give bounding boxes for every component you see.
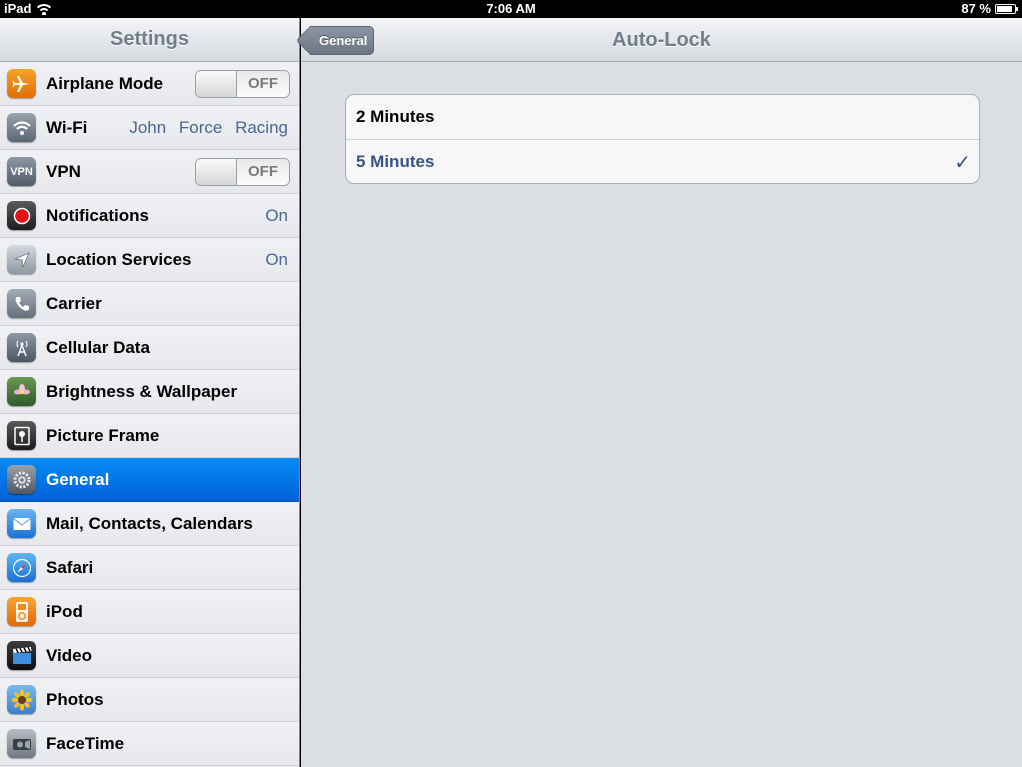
detail-header: General Auto-Lock <box>301 18 1022 62</box>
sidebar-item-label: FaceTime <box>46 733 125 753</box>
battery-percentage: 87 % <box>961 1 991 16</box>
gear-icon <box>7 465 36 494</box>
sidebar-item-picture-frame[interactable]: Picture Frame <box>0 414 299 458</box>
battery-icon <box>995 3 1018 14</box>
back-button-wrapper: General <box>310 26 374 55</box>
sidebar-title: Settings <box>110 28 189 50</box>
option-5-minutes[interactable]: 5 Minutes ✓ <box>346 139 979 183</box>
camera-icon <box>7 729 36 758</box>
ipod-icon <box>7 597 36 626</box>
vpn-icon: VPN <box>7 157 36 186</box>
antenna-icon <box>7 333 36 362</box>
vpn-toggle[interactable]: OFF <box>195 157 290 186</box>
sidebar-item-label: Photos <box>46 689 104 709</box>
sidebar-item-label: Brightness & Wallpaper <box>46 381 238 401</box>
sidebar-item-label: iPod <box>46 601 83 621</box>
sidebar-item-carrier[interactable]: Carrier <box>0 282 299 326</box>
sidebar-item-photos[interactable]: Photos <box>0 678 299 722</box>
sidebar-item-vpn[interactable]: VPN VPN OFF <box>0 150 299 194</box>
detail-pane: General Auto-Lock 2 Minutes 5 Minutes ✓ <box>301 18 1022 767</box>
sidebar-item-label: Video <box>46 645 92 665</box>
flower-icon <box>7 377 36 406</box>
sidebar-item-ipod[interactable]: iPod <box>0 590 299 634</box>
toggle-state: OFF <box>237 70 289 97</box>
compass-icon <box>7 553 36 582</box>
sidebar-item-brightness-wallpaper[interactable]: Brightness & Wallpaper <box>0 370 299 414</box>
toggle-state: OFF <box>237 158 289 185</box>
sidebar-item-label: Safari <box>46 557 94 577</box>
option-label: 2 Minutes <box>356 107 435 126</box>
notifications-icon <box>7 201 36 230</box>
sidebar-item-notifications[interactable]: Notifications On <box>0 194 299 238</box>
sidebar-item-location-services[interactable]: Location Services On <box>0 238 299 282</box>
sidebar-item-label: Wi-Fi <box>46 117 88 137</box>
location-services-value: On <box>265 249 288 269</box>
sidebar-item-mail-contacts-calendars[interactable]: Mail, Contacts, Calendars <box>0 502 299 546</box>
status-right: 87 % <box>961 1 1018 16</box>
clapperboard-icon <box>7 641 36 670</box>
status-time: 7:06 AM <box>486 1 536 16</box>
airplane-mode-toggle[interactable]: OFF <box>195 69 290 98</box>
sidebar-item-airplane-mode[interactable]: Airplane Mode OFF <box>0 62 299 106</box>
sidebar-item-label: Cellular Data <box>46 337 150 357</box>
option-2-minutes[interactable]: 2 Minutes <box>346 95 979 139</box>
checkmark-icon: ✓ <box>954 152 971 174</box>
sidebar-item-label: General <box>46 469 110 489</box>
sidebar-header: Settings <box>0 18 299 62</box>
sidebar-item-general[interactable]: General <box>0 458 299 502</box>
notifications-value: On <box>265 205 288 225</box>
mail-icon <box>7 509 36 538</box>
sidebar-item-safari[interactable]: Safari <box>0 546 299 590</box>
auto-lock-options: 2 Minutes 5 Minutes ✓ <box>345 94 980 184</box>
sidebar-item-facetime[interactable]: FaceTime <box>0 722 299 766</box>
sidebar-item-label: Location Services <box>46 249 192 269</box>
back-button-general[interactable]: General <box>310 26 374 55</box>
airplane-icon <box>7 69 36 98</box>
wifi-network-value: John Force Racing <box>129 117 288 137</box>
phone-icon <box>7 289 36 318</box>
sidebar-item-label: Carrier <box>46 293 102 313</box>
sunflower-icon <box>7 685 36 714</box>
option-label: 5 Minutes <box>356 151 435 171</box>
sidebar-item-label: Notifications <box>46 205 149 225</box>
sidebar-item-label: Picture Frame <box>46 425 160 445</box>
sidebar-item-cellular-data[interactable]: Cellular Data <box>0 326 299 370</box>
wifi-icon <box>7 113 36 142</box>
sidebar-item-label: Airplane Mode <box>46 73 164 93</box>
sidebar-item-label: VPN <box>46 161 81 181</box>
sidebar-item-label: Mail, Contacts, Calendars <box>46 513 253 533</box>
picture-frame-icon <box>7 421 36 450</box>
status-bar: iPad 7:06 AM 87 % <box>0 0 1022 18</box>
sidebar-item-wifi[interactable]: Wi-Fi John Force Racing <box>0 106 299 150</box>
location-arrow-icon <box>7 245 36 274</box>
page-title: Auto-Lock <box>612 28 711 51</box>
back-button-label: General <box>319 33 368 48</box>
settings-sidebar: Settings Airplane Mode OFF Wi-Fi John Fo… <box>0 18 300 767</box>
sidebar-item-video[interactable]: Video <box>0 634 299 678</box>
